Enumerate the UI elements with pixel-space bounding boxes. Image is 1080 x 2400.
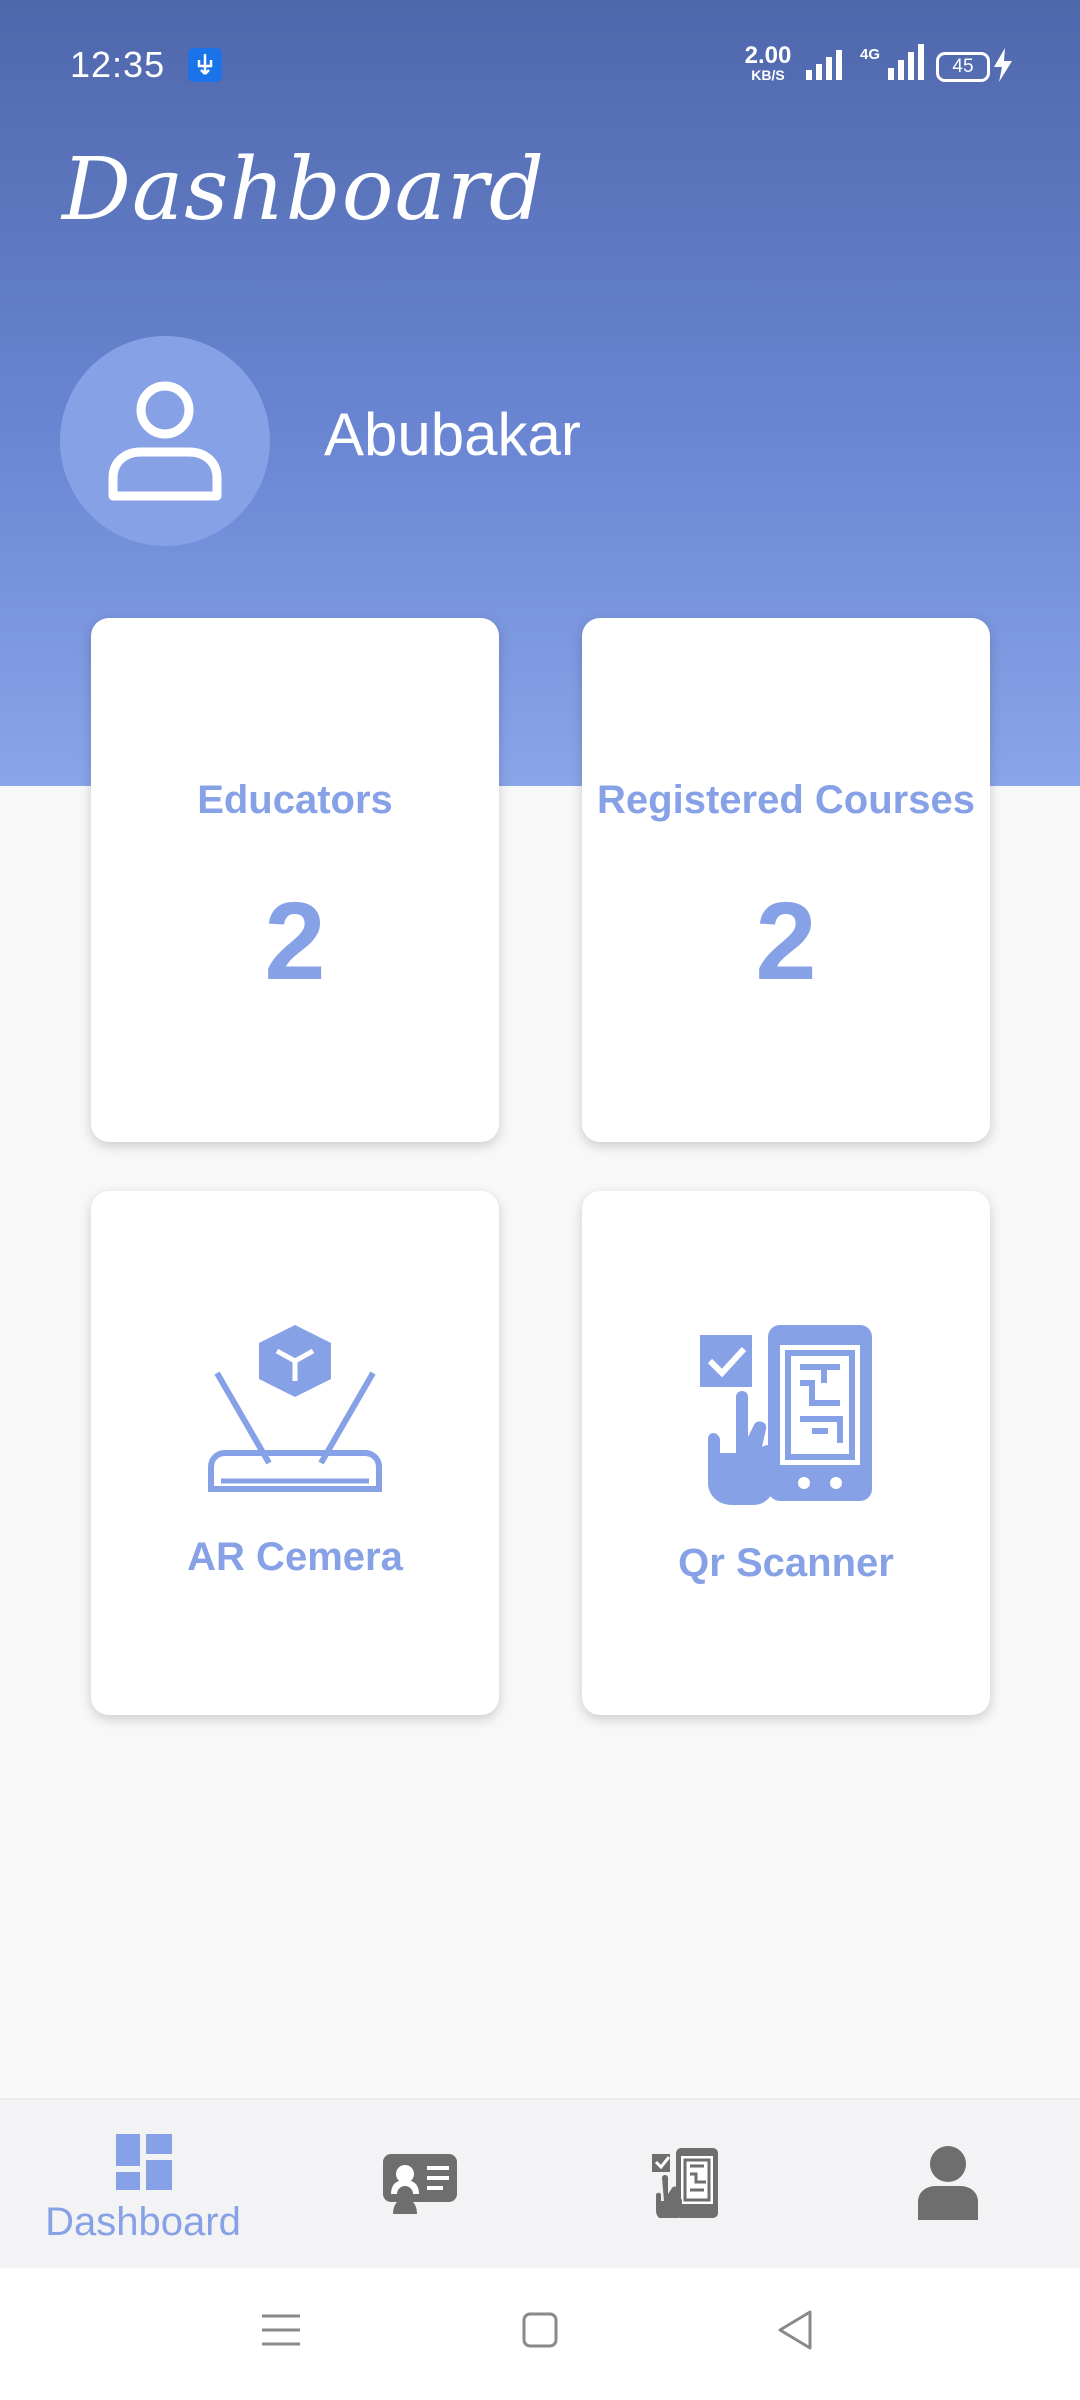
- ar-camera-label: AR Cemera: [187, 1535, 403, 1579]
- nav-item-educators[interactable]: [285, 2100, 555, 2270]
- user-name: Abubakar: [324, 401, 581, 468]
- status-bar: 12:35 2.00 KB/S 4G 45: [0, 0, 1080, 130]
- network-speed: 2.00 KB/S: [744, 42, 792, 83]
- registered-courses-card[interactable]: Registered Courses 2: [582, 618, 990, 1142]
- charging-icon: [992, 48, 1014, 87]
- dashboard-icon: [116, 2134, 172, 2190]
- educators-card[interactable]: Educators 2: [91, 618, 499, 1142]
- ar-camera-card[interactable]: AR Cemera: [91, 1191, 499, 1715]
- ar-hologram-icon: [208, 1325, 382, 1492]
- back-icon[interactable]: [776, 2308, 814, 2352]
- avatar[interactable]: [60, 336, 270, 546]
- signal-strength-icon: [860, 44, 924, 85]
- battery-indicator: 45: [936, 52, 990, 82]
- home-icon[interactable]: [522, 2312, 558, 2348]
- qr-scanner-card[interactable]: Qr Scanner: [582, 1191, 990, 1715]
- profile-icon: [918, 2146, 978, 2220]
- qr-phone-icon: [652, 2148, 718, 2218]
- nav-item-profile[interactable]: [812, 2100, 1080, 2270]
- qr-scanner-label: Qr Scanner: [678, 1541, 894, 1585]
- bottom-nav: Dashboard: [0, 2098, 1080, 2270]
- nav-item-qr-scanner[interactable]: [550, 2100, 820, 2270]
- educators-count: 2: [264, 880, 326, 1003]
- usb-icon: [188, 48, 222, 82]
- user-icon: [108, 381, 222, 501]
- educators-label: Educators: [197, 778, 393, 822]
- menu-icon[interactable]: [262, 2312, 300, 2348]
- system-nav-bar: [0, 2268, 1080, 2400]
- nav-item-dashboard[interactable]: Dashboard: [8, 2100, 278, 2270]
- registered-courses-label: Registered Courses: [597, 778, 975, 822]
- page-title: Dashboard: [62, 140, 546, 240]
- nav-label-dashboard: Dashboard: [45, 2200, 241, 2244]
- registered-courses-count: 2: [755, 880, 817, 1003]
- status-time: 12:35: [70, 44, 166, 85]
- id-card-icon: [383, 2154, 457, 2214]
- signal-strength-icon: [806, 48, 848, 85]
- qr-scan-icon: [700, 1325, 872, 1505]
